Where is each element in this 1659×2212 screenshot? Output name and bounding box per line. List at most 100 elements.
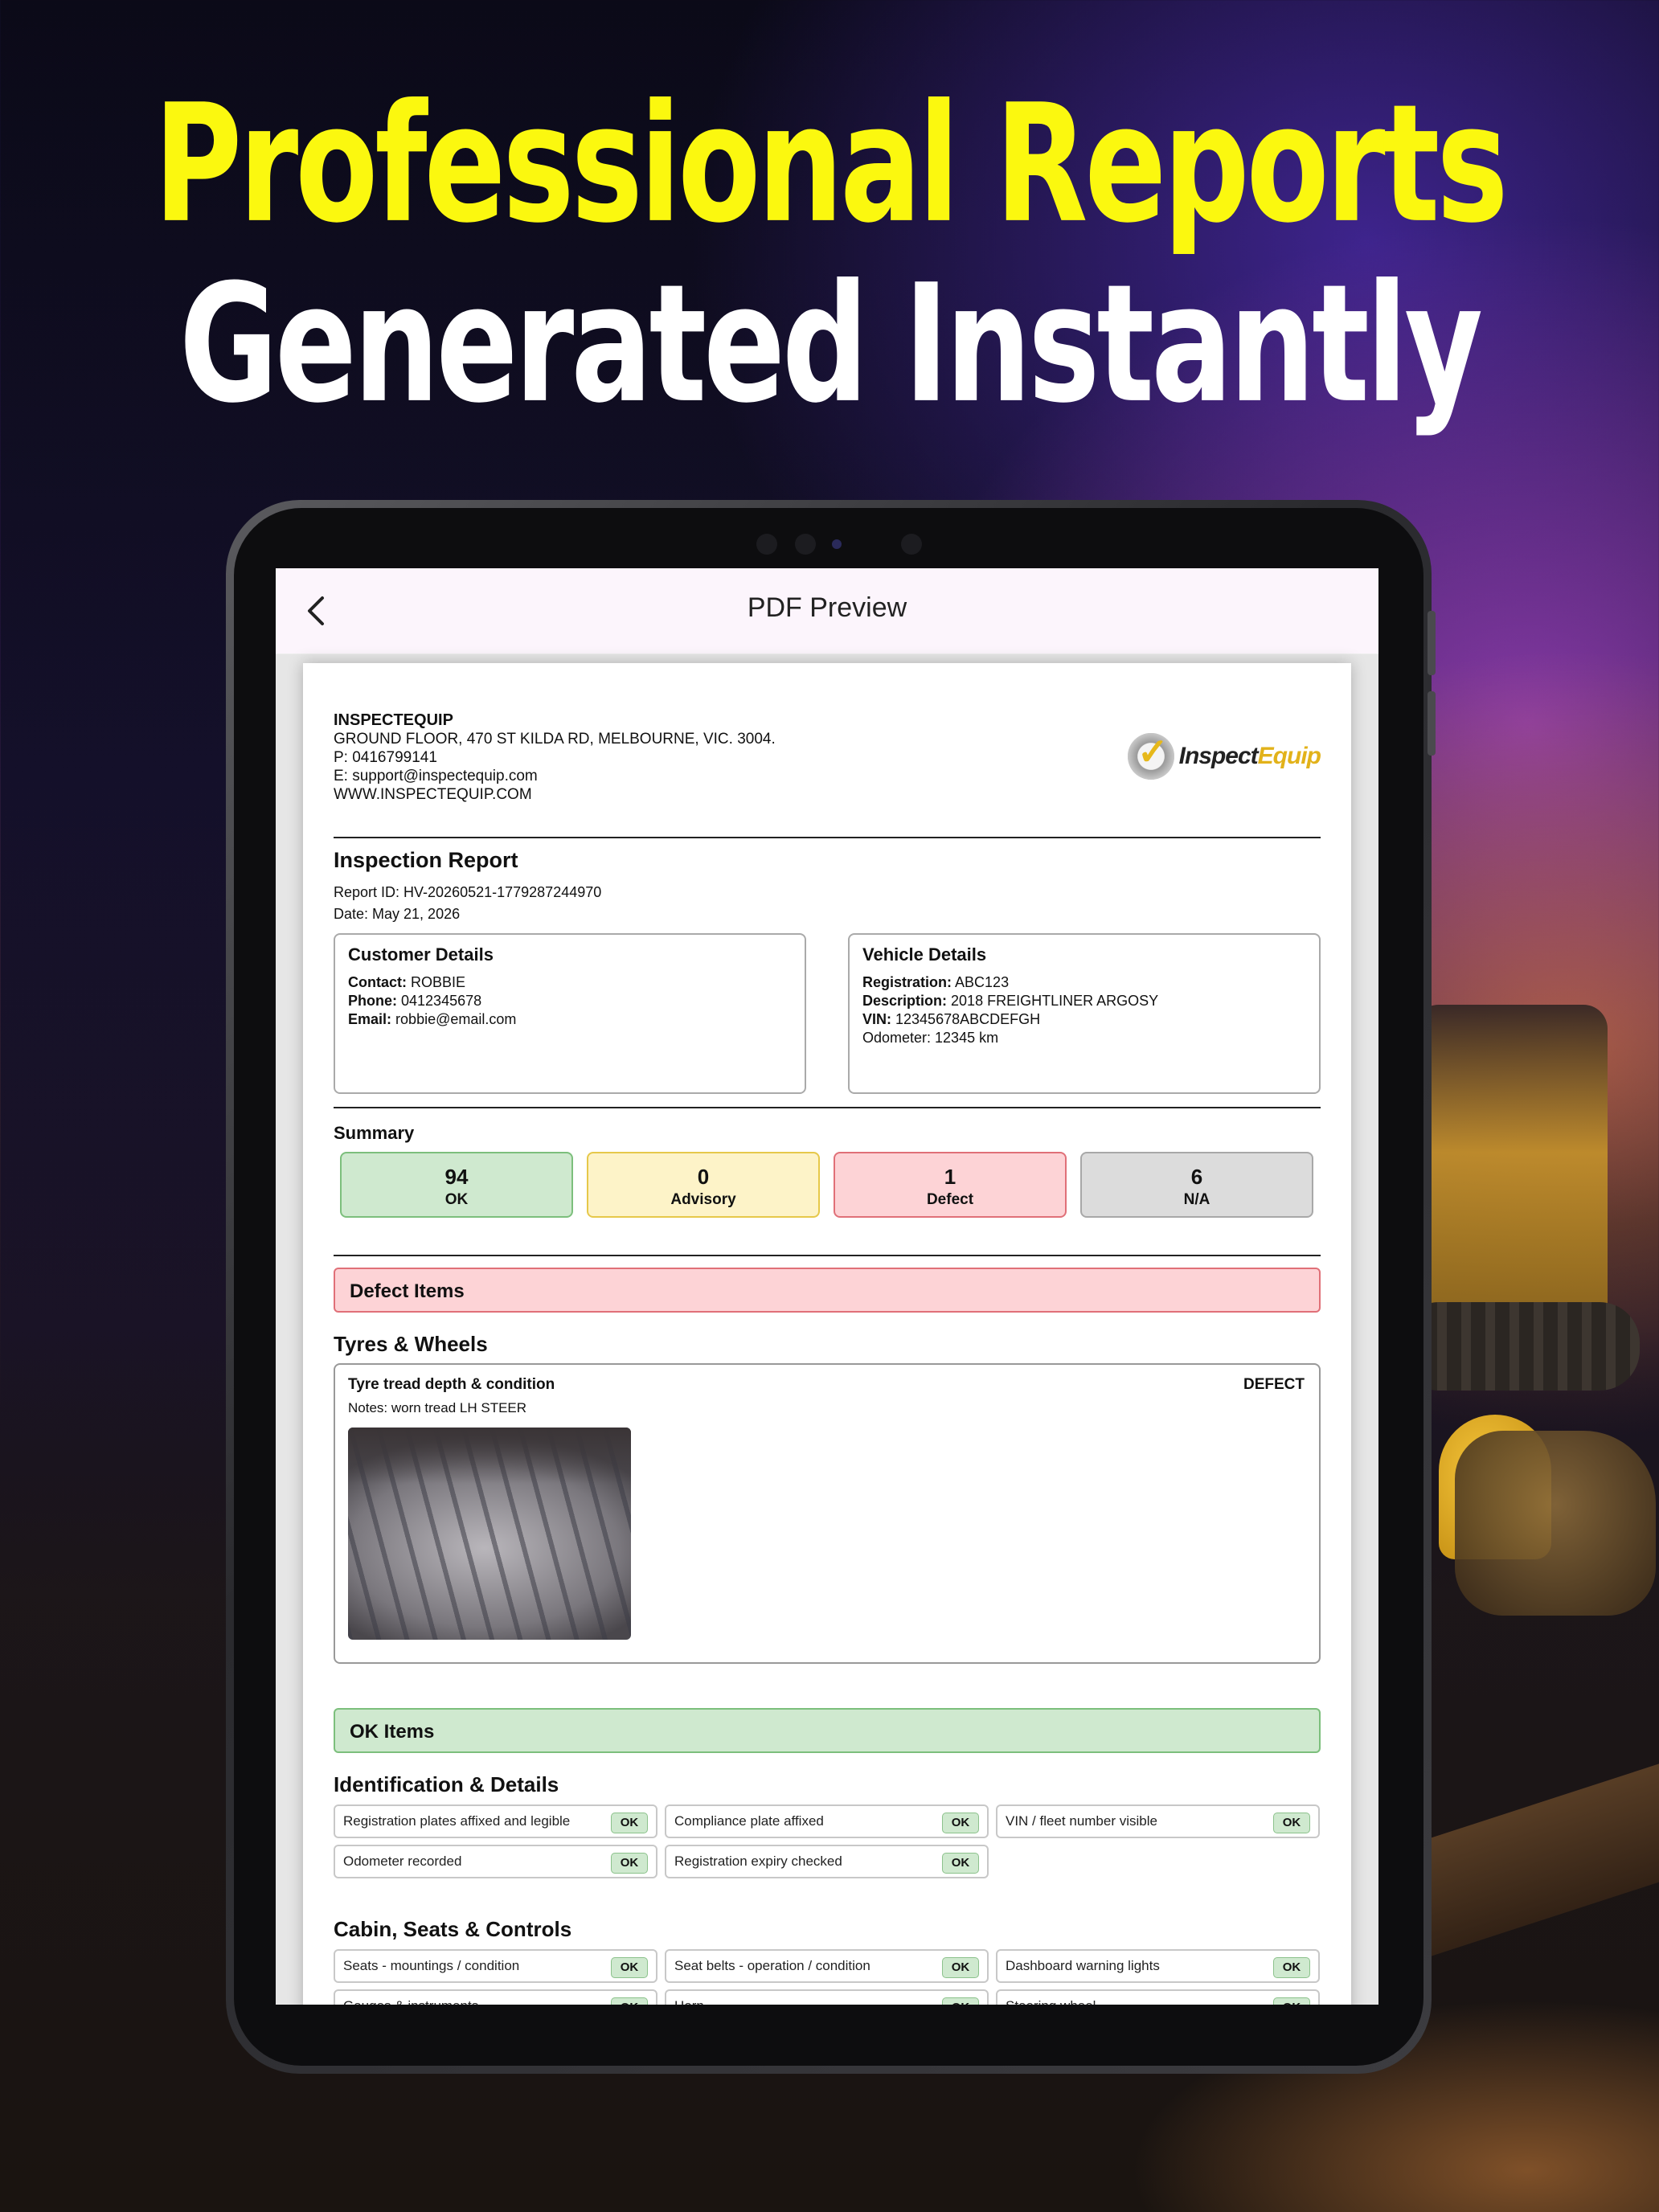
camera-lens — [832, 539, 842, 549]
camera-dot — [756, 534, 777, 555]
ok-item-label: Registration expiry checked — [674, 1854, 842, 1869]
hero-headline-line1: Professional Reports — [154, 70, 1508, 260]
app-bar: PDF Preview — [276, 568, 1378, 654]
summary-count: 0 — [697, 1165, 710, 1189]
tyre-photo[interactable] — [348, 1428, 631, 1640]
ok-status-badge: OK — [611, 1813, 648, 1833]
defect-item-card: Tyre tread depth & condition DEFECT Note… — [334, 1363, 1321, 1664]
company-phone: P: 0416799141 — [334, 749, 437, 766]
divider — [334, 837, 1321, 838]
ok-status-badge: OK — [1273, 1957, 1310, 1978]
summary-card-ok: 94 OK — [340, 1152, 573, 1218]
ok-section-title: Identification & Details — [334, 1772, 559, 1796]
ok-items-band: OK Items — [334, 1708, 1321, 1753]
company-info: INSPECTEQUIP GROUND FLOOR, 470 ST KILDA … — [334, 711, 776, 804]
customer-contact: ROBBIE — [411, 974, 466, 990]
vehicle-details-heading: Vehicle Details — [862, 944, 987, 965]
summary-label-text: N/A — [1183, 1191, 1210, 1208]
pdf-page[interactable]: INSPECTEQUIP GROUND FLOOR, 470 ST KILDA … — [303, 663, 1351, 2005]
summary-count: 6 — [1190, 1165, 1203, 1189]
summary-card-na: 6 N/A — [1080, 1152, 1313, 1218]
ok-items-row: Seats - mountings / condition OK Seat belt… — [334, 1949, 1321, 1983]
ok-item-cell: Odometer recorded OK — [334, 1845, 657, 1878]
defect-notes: Notes: worn tread LH STEER — [348, 1400, 527, 1415]
camera-bar — [748, 524, 941, 556]
summary-count: 1 — [944, 1165, 956, 1189]
ok-item-cell: Seat belts - operation / condition OK — [665, 1949, 989, 1983]
inspectequip-logo: InspectEquip — [1128, 730, 1321, 781]
company-email: E: support@inspectequip.com — [334, 768, 538, 784]
ok-status-badge: OK — [1273, 1813, 1310, 1833]
ok-item-cell: Steering wheel OK — [996, 1989, 1320, 2005]
divider — [334, 1255, 1321, 1256]
work-gloves-illustration — [1455, 1431, 1656, 1616]
ok-item-label: Steering wheel — [1006, 1998, 1096, 2005]
ok-item-cell: Gauges & instruments OK — [334, 1989, 657, 2005]
logo-wordmark: InspectEquip — [1178, 743, 1321, 769]
ok-item-cell: Registration plates affixed and legible O… — [334, 1804, 657, 1838]
ok-status-badge: OK — [611, 1957, 648, 1978]
summary-card-advisory: 0 Advisory — [587, 1152, 820, 1218]
vehicle-description: 2018 FREIGHTLINER ARGOSY — [951, 993, 1159, 1009]
ok-item-label: Dashboard warning lights — [1006, 1958, 1160, 1973]
ok-item-cell: Horn OK — [665, 1989, 989, 2005]
company-address: GROUND FLOOR, 470 ST KILDA RD, MELBOURNE… — [334, 731, 776, 748]
app-screen: PDF Preview INSPECTEQUIP GROUND FLOOR, 4… — [276, 568, 1378, 2005]
summary-count: 94 — [444, 1165, 469, 1189]
volume-button — [1428, 691, 1436, 756]
ok-items-row: Odometer recorded OK Registration expiry c… — [334, 1845, 1321, 1878]
ok-items-row: Gauges & instrumentsOKHornOKSteering whe… — [334, 1989, 1321, 2005]
ok-item-label: Seats - mountings / condition — [343, 1958, 520, 1973]
ok-item-label: Registration plates affixed and legible — [343, 1813, 571, 1829]
ok-item-label: Odometer recorded — [343, 1854, 462, 1869]
ok-status-badge: OK — [611, 1853, 648, 1874]
volume-button — [1428, 611, 1436, 675]
app-bar-title: PDF Preview — [747, 592, 907, 623]
ok-item-label: Gauges & instruments — [343, 1998, 478, 2005]
ok-status-badge: OK — [942, 1997, 979, 2005]
summary-label-text: Defect — [926, 1191, 974, 1208]
ok-item-label: Horn — [674, 1998, 704, 2005]
ok-item-label: Seat belts - operation / condition — [674, 1958, 870, 1973]
ok-item-cell: Dashboard warning lights OK — [996, 1949, 1320, 1983]
section-title-tyres-wheels: Tyres & Wheels — [334, 1332, 488, 1356]
ok-item-label: Compliance plate affixed — [674, 1813, 824, 1829]
customer-details-heading: Customer Details — [348, 944, 494, 965]
ok-item-cell: Seats - mountings / condition OK — [334, 1949, 657, 1983]
report-id: Report ID: HV-20260521-1779287244970 — [334, 884, 602, 900]
vehicle-odometer: Odometer: 12345 km — [862, 1030, 999, 1046]
vehicle-details-lines: Registration: ABC123 Description: 2018 F… — [862, 974, 1159, 1046]
ok-items-label: OK Items — [350, 1721, 435, 1743]
excavator-track-illustration — [1399, 1302, 1640, 1391]
report-date: Date: May 21, 2026 — [334, 906, 461, 922]
vehicle-vin: 12345678ABCDEFGH — [895, 1011, 1041, 1027]
ok-status-badge: OK — [942, 1957, 979, 1978]
ok-status-badge: OK — [611, 1997, 648, 2005]
vehicle-details-box: Vehicle Details Registration: ABC123 Des… — [848, 933, 1321, 1094]
summary-label: Summary — [334, 1123, 415, 1143]
customer-email: robbie@email.com — [395, 1011, 517, 1027]
camera-dot — [901, 534, 922, 555]
gear-check-icon — [1128, 730, 1174, 780]
customer-phone: 0412345678 — [401, 993, 482, 1009]
report-meta: Report ID: HV-20260521-1779287244970 Dat… — [334, 882, 601, 925]
ok-status-badge: OK — [1273, 1997, 1310, 2005]
ok-item-cell: Registration expiry checked OK — [665, 1845, 989, 1878]
ok-status-badge: OK — [942, 1853, 979, 1874]
company-name: INSPECTEQUIP — [334, 711, 453, 729]
camera-dot — [795, 534, 816, 555]
ok-item-label: VIN / fleet number visible — [1006, 1813, 1157, 1829]
summary-card-defect: 1 Defect — [834, 1152, 1067, 1218]
customer-details-box: Customer Details Contact: ROBBIE Phone: … — [334, 933, 806, 1094]
company-website: WWW.INSPECTEQUIP.COM — [334, 786, 532, 803]
customer-details-lines: Contact: ROBBIE Phone: 0412345678 Email:… — [348, 974, 517, 1027]
defect-item-name: Tyre tread depth & condition — [348, 1376, 555, 1393]
defect-items-band: Defect Items — [334, 1268, 1321, 1313]
divider — [334, 1107, 1321, 1108]
vehicle-registration: ABC123 — [955, 974, 1010, 990]
ok-item-cell: VIN / fleet number visible OK — [996, 1804, 1320, 1838]
ok-item-cell: Compliance plate affixed OK — [665, 1804, 989, 1838]
defect-items-label: Defect Items — [350, 1280, 465, 1302]
summary-label-text: Advisory — [670, 1191, 736, 1208]
ok-status-badge: OK — [942, 1813, 979, 1833]
